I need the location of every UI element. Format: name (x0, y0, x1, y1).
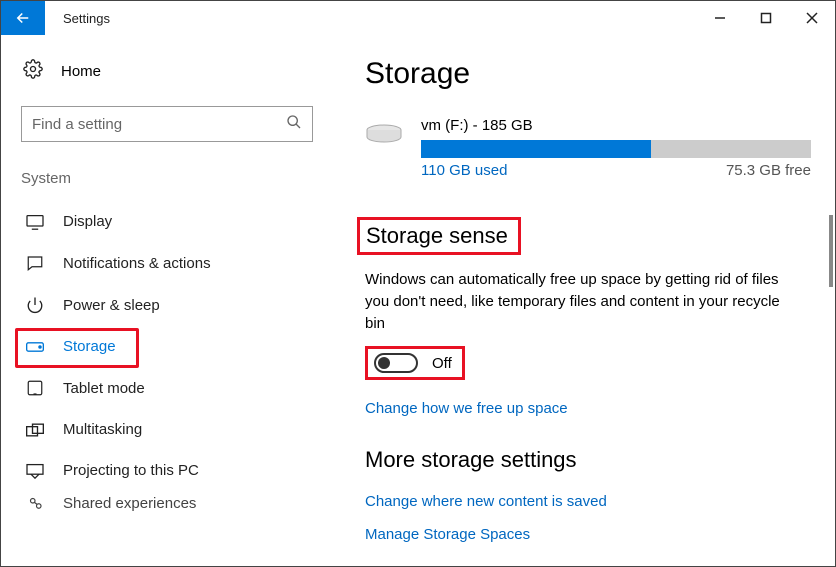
minimize-button[interactable] (697, 1, 743, 35)
storage-icon (25, 341, 45, 353)
nav-label: Storage (63, 338, 116, 355)
usage-bar-fill (421, 140, 651, 158)
content-pane: Storage vm (F:) - 185 GB 110 GB used 75.… (333, 35, 835, 566)
search-placeholder: Find a setting (32, 116, 286, 133)
sidebar-item-power[interactable]: Power & sleep (21, 284, 313, 326)
storage-sense-heading: Storage sense (357, 217, 521, 255)
link-new-content[interactable]: Change where new content is saved (365, 493, 815, 510)
window-controls (697, 1, 835, 35)
storage-sense-desc: Windows can automatically free up space … (365, 269, 785, 334)
sidebar: Home Find a setting System Display Notif… (1, 35, 333, 566)
highlight-box: Off (365, 346, 465, 380)
notifications-icon (25, 254, 45, 272)
titlebar: Settings (1, 1, 835, 35)
nav-list: Display Notifications & actions Power & … (21, 201, 313, 515)
page-title: Storage (365, 57, 815, 91)
close-button[interactable] (789, 1, 835, 35)
power-icon (25, 296, 45, 314)
nav-label: Projecting to this PC (63, 462, 199, 479)
nav-label: Display (63, 213, 112, 230)
search-input[interactable]: Find a setting (21, 106, 313, 142)
toggle-state: Off (432, 355, 452, 372)
search-icon (286, 114, 302, 135)
nav-label: Shared experiences (63, 495, 196, 512)
sidebar-item-shared[interactable]: Shared experiences (21, 491, 313, 515)
drive-row[interactable]: vm (F:) - 185 GB 110 GB used 75.3 GB fre… (365, 117, 815, 179)
sidebar-item-display[interactable]: Display (21, 201, 313, 242)
sidebar-item-storage[interactable]: Storage (21, 326, 313, 367)
sidebar-item-notifications[interactable]: Notifications & actions (21, 242, 313, 284)
drive-name: vm (F:) - 185 GB (421, 117, 815, 134)
home-button[interactable]: Home (23, 59, 313, 84)
window-title: Settings (45, 11, 110, 26)
section-label: System (21, 170, 313, 187)
scrollbar[interactable] (829, 215, 833, 287)
link-storage-spaces[interactable]: Manage Storage Spaces (365, 526, 815, 543)
sidebar-item-multitasking[interactable]: Multitasking (21, 409, 313, 450)
link-change-free-up[interactable]: Change how we free up space (365, 400, 815, 417)
more-settings-heading: More storage settings (365, 447, 815, 473)
free-label: 75.3 GB free (726, 162, 811, 179)
sidebar-item-projecting[interactable]: Projecting to this PC (21, 450, 313, 491)
projecting-icon (25, 463, 45, 479)
multitasking-icon (25, 422, 45, 438)
shared-icon (25, 494, 45, 512)
back-button[interactable] (1, 1, 45, 35)
storage-sense-toggle[interactable] (374, 353, 418, 373)
tablet-icon (25, 379, 45, 397)
home-label: Home (61, 63, 101, 80)
gear-icon (23, 59, 43, 84)
maximize-button[interactable] (743, 1, 789, 35)
nav-label: Multitasking (63, 421, 142, 438)
drive-icon (365, 123, 403, 143)
sidebar-item-tablet[interactable]: Tablet mode (21, 367, 313, 409)
nav-label: Power & sleep (63, 297, 160, 314)
used-label: 110 GB used (421, 162, 507, 179)
nav-label: Notifications & actions (63, 255, 211, 272)
usage-bar (421, 140, 811, 158)
display-icon (25, 214, 45, 230)
nav-label: Tablet mode (63, 380, 145, 397)
